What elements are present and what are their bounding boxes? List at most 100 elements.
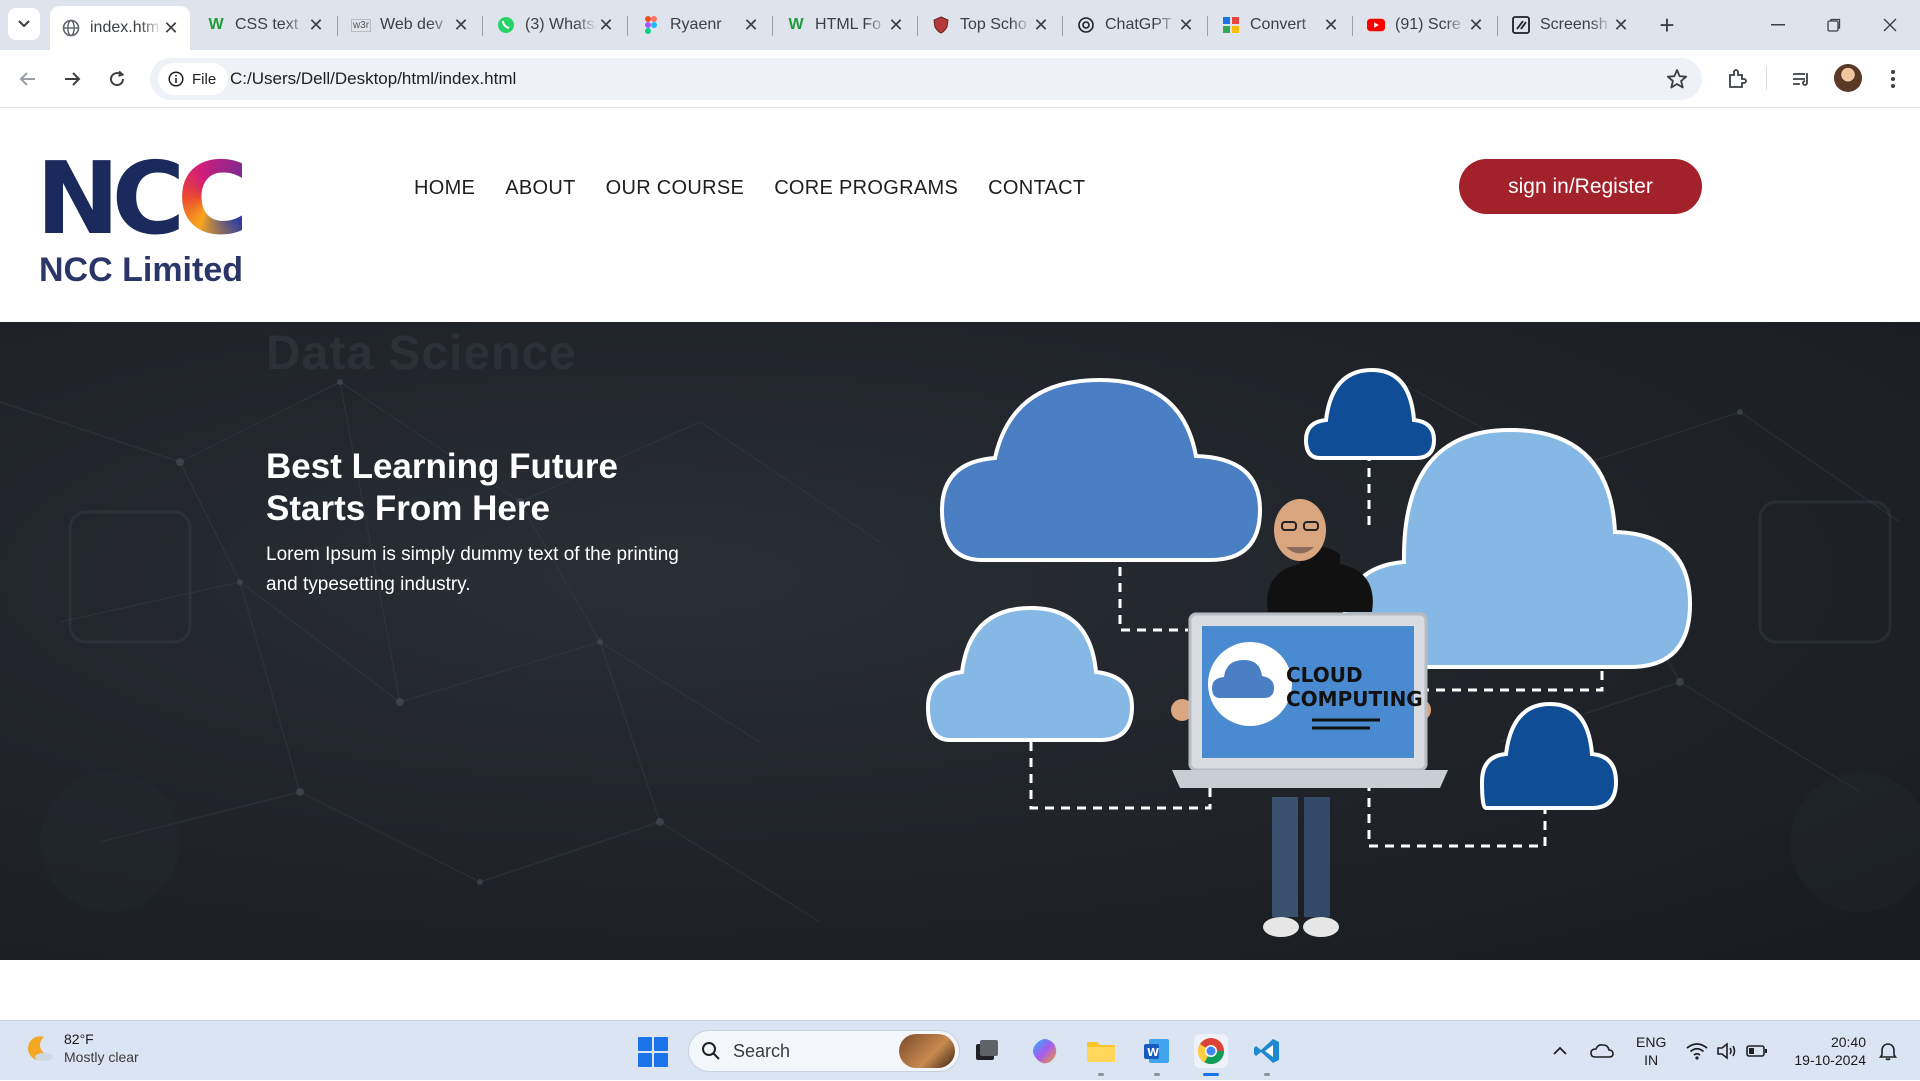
reload-button[interactable] — [99, 61, 135, 97]
sign-in-register-button[interactable]: sign in/Register — [1459, 159, 1702, 214]
close-icon[interactable]: ✕ — [452, 15, 470, 35]
tab-youtube[interactable]: (91) Scre ✕ — [1355, 6, 1495, 44]
language-region: IN — [1644, 1052, 1659, 1068]
tab-separator — [917, 16, 918, 36]
address-bar[interactable]: File C:/Users/Dell/Desktop/html/index.ht… — [150, 58, 1702, 100]
volume-icon[interactable] — [1716, 1021, 1738, 1081]
tab-index-html[interactable]: index.html ✕ — [50, 6, 190, 50]
file-explorer-icon[interactable] — [1084, 1034, 1118, 1076]
vscode-icon[interactable] — [1250, 1034, 1284, 1076]
tab-html-forms[interactable]: W HTML Fo ✕ — [775, 6, 915, 44]
weather-condition: Mostly clear — [64, 1049, 139, 1065]
screenshot-icon — [1512, 16, 1530, 34]
windows-logo-tile — [638, 1053, 652, 1067]
url-text[interactable]: C:/Users/Dell/Desktop/html/index.html — [230, 69, 516, 89]
tab-figma[interactable]: Ryaenr ✕ — [630, 6, 770, 44]
input-language[interactable]: ENG IN — [1636, 1033, 1666, 1069]
system-clock[interactable]: 20:40 19-10-2024 — [1786, 1033, 1866, 1069]
close-icon[interactable]: ✕ — [597, 15, 615, 35]
nav-contact[interactable]: CONTACT — [988, 177, 1085, 200]
tab-separator — [627, 16, 628, 36]
profile-avatar[interactable] — [1834, 64, 1862, 92]
browser-toolbar: File C:/Users/Dell/Desktop/html/index.ht… — [0, 50, 1920, 108]
search-highlight-image — [899, 1034, 955, 1068]
close-icon[interactable]: ✕ — [1322, 15, 1340, 35]
close-icon[interactable]: ✕ — [162, 18, 180, 38]
media-control-icon[interactable] — [1788, 66, 1814, 92]
tab-title: Convert — [1250, 16, 1307, 33]
close-icon[interactable]: ✕ — [1032, 15, 1050, 35]
search-placeholder: Search — [733, 1040, 791, 1061]
tab-title: Top Scho — [960, 16, 1027, 33]
menu-kebab-icon[interactable] — [1880, 66, 1906, 92]
word-icon[interactable]: W — [1140, 1034, 1174, 1076]
cloud-small-bottom — [1479, 701, 1619, 810]
tab-search-button[interactable] — [8, 8, 40, 40]
globe-icon — [62, 19, 80, 37]
start-button[interactable] — [638, 1037, 668, 1067]
tab-chatgpt[interactable]: ChatGPT ✕ — [1065, 6, 1205, 44]
extensions-icon[interactable] — [1724, 66, 1750, 92]
tab-whatsapp[interactable]: (3) WhatsApp ✕ — [485, 6, 625, 44]
battery-icon[interactable] — [1746, 1021, 1768, 1081]
tab-title: Screensh — [1540, 16, 1608, 33]
minimize-button[interactable] — [1750, 0, 1806, 50]
back-button[interactable] — [10, 61, 46, 97]
nav-about[interactable]: ABOUT — [505, 177, 575, 200]
restore-button[interactable] — [1806, 0, 1862, 50]
close-icon — [1883, 18, 1897, 32]
copilot-icon[interactable] — [1028, 1034, 1062, 1068]
new-tab-button[interactable]: + — [1652, 10, 1682, 40]
tab-screenshot[interactable]: Screensh ✕ — [1500, 6, 1640, 44]
whatsapp-icon — [497, 16, 515, 34]
browser-tab-bar: index.html ✕ W CSS text ✕ w3r Web dev ✕ … — [0, 0, 1920, 50]
running-indicator — [1264, 1073, 1270, 1076]
w3-icon: W — [208, 16, 224, 33]
arrow-left-icon — [19, 72, 35, 86]
tab-title: Web dev — [380, 16, 443, 33]
youtube-icon — [1367, 16, 1385, 34]
nav-our-course[interactable]: OUR COURSE — [606, 177, 745, 200]
weather-widget[interactable]: 82°F Mostly clear — [24, 1030, 139, 1066]
info-icon — [168, 71, 184, 87]
onedrive-icon[interactable] — [1590, 1021, 1614, 1081]
tab-convert[interactable]: Convert ✕ — [1210, 6, 1350, 44]
close-icon[interactable]: ✕ — [307, 15, 325, 35]
tab-separator — [772, 16, 773, 36]
close-window-button[interactable] — [1862, 0, 1918, 50]
openai-icon — [1077, 16, 1095, 34]
close-icon[interactable]: ✕ — [1177, 15, 1195, 35]
search-icon — [702, 1042, 720, 1060]
tab-css-text[interactable]: W CSS text ✕ — [195, 6, 335, 44]
forward-button[interactable] — [54, 61, 90, 97]
chevron-down-icon — [18, 20, 30, 28]
windows-taskbar: 82°F Mostly clear Search W ENG IN 20:40 … — [0, 1020, 1920, 1080]
task-view-icon[interactable] — [970, 1034, 1004, 1068]
site-logo[interactable]: NCC NCC Limited — [36, 149, 252, 290]
close-icon[interactable]: ✕ — [1612, 15, 1630, 35]
convert-icon — [1222, 16, 1240, 34]
plus-icon: + — [1659, 9, 1675, 40]
tab-separator — [1352, 16, 1353, 36]
nav-core-programs[interactable]: CORE PROGRAMS — [774, 177, 958, 200]
chrome-icon[interactable] — [1194, 1034, 1228, 1076]
restore-icon — [1827, 18, 1841, 32]
taskbar-search[interactable]: Search — [688, 1030, 960, 1072]
nav-home[interactable]: HOME — [414, 177, 475, 200]
site-info-chip[interactable]: File — [158, 63, 229, 95]
close-icon[interactable]: ✕ — [742, 15, 760, 35]
hero-subtitle: Lorem Ipsum is simply dummy text of the … — [266, 544, 679, 595]
tab-web-dev[interactable]: w3r Web dev ✕ — [340, 6, 480, 44]
close-icon[interactable]: ✕ — [887, 15, 905, 35]
notifications-icon[interactable] — [1878, 1021, 1898, 1081]
svg-text:W: W — [1147, 1046, 1159, 1059]
show-hidden-icons[interactable] — [1552, 1021, 1568, 1081]
figma-icon — [642, 16, 660, 34]
shield-icon — [932, 16, 950, 34]
close-icon[interactable]: ✕ — [1467, 15, 1485, 35]
hero-banner: Data Science Best Learning Future Starts… — [0, 322, 1920, 960]
wifi-icon[interactable] — [1686, 1021, 1708, 1081]
bookmark-star-icon[interactable] — [1666, 68, 1688, 95]
site-header: NCC NCC Limited HOME ABOUT OUR COURSE CO… — [0, 109, 1920, 322]
tab-top-schools[interactable]: Top Scho ✕ — [920, 6, 1060, 44]
